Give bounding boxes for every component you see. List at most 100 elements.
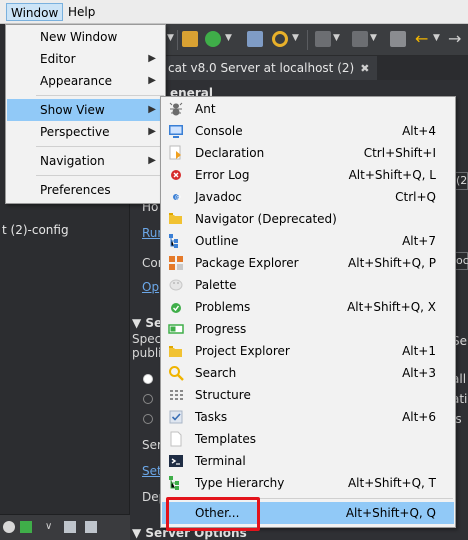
menu-item-label: Templates <box>195 432 257 446</box>
back-arrow-icon[interactable]: ← <box>415 31 431 47</box>
chevron-down-icon[interactable]: ▼ <box>370 33 377 43</box>
print-icon[interactable] <box>352 31 368 47</box>
open-link[interactable]: Op <box>142 280 159 294</box>
section-servers[interactable]: ▼ Se <box>132 316 162 330</box>
search-icon <box>169 366 184 381</box>
menu-item-package-explorer[interactable]: Package Explorer Alt+Shift+Q, P <box>162 252 454 274</box>
menu-item-problems[interactable]: Problems Alt+Shift+Q, X <box>162 296 454 318</box>
toolbar-separator <box>177 30 178 50</box>
menu-item-shortcut: Alt+Shift+Q, T <box>347 476 436 490</box>
view-menu-icon[interactable] <box>64 521 76 533</box>
menu-item-label: Editor <box>40 52 76 66</box>
server-label: Ser <box>142 438 162 452</box>
menu-item-ant[interactable]: Ant <box>162 98 454 120</box>
structure-icon <box>170 390 183 400</box>
new-icon[interactable] <box>20 521 32 533</box>
pin-icon[interactable] <box>390 31 406 47</box>
highlight-annotation <box>166 497 260 531</box>
forward-arrow-icon[interactable]: → <box>448 31 464 47</box>
menu-item-label: Preferences <box>40 183 111 197</box>
close-icon[interactable]: ✖ <box>360 62 369 75</box>
ant-icon <box>169 102 183 116</box>
menu-item-label: Project Explorer <box>195 344 290 358</box>
menu-item-shortcut: Alt+Shift+Q, P <box>348 256 436 270</box>
radio-option-3[interactable] <box>143 414 153 424</box>
project-explorer-icon <box>169 346 182 357</box>
menu-item-templates[interactable]: Templates <box>162 428 454 450</box>
menu-item-new-window[interactable]: New Window <box>7 26 164 48</box>
menu-item-navigator[interactable]: Navigator (Deprecated) <box>162 208 454 230</box>
chevron-down-icon[interactable]: ▼ <box>292 33 299 43</box>
tasks-icon <box>169 410 183 424</box>
menu-item-label: Progress <box>195 322 247 336</box>
palette-icon <box>169 279 183 291</box>
submenu-arrow-icon: ▶ <box>148 53 156 64</box>
menu-item-declaration[interactable]: Declaration Ctrl+Shift+I <box>162 142 454 164</box>
menu-item-structure[interactable]: Structure <box>162 384 454 406</box>
chevron-down-icon[interactable]: ▼ <box>225 33 232 43</box>
tree-item-config[interactable]: t (2)-config <box>0 221 130 239</box>
menu-item-shortcut: Ctrl+Q <box>395 190 436 204</box>
menu-window[interactable]: Window <box>6 3 64 21</box>
menu-item-preferences[interactable]: Preferences <box>7 179 164 201</box>
menu-item-tasks[interactable]: Tasks Alt+6 <box>162 406 454 428</box>
chevron-down-icon[interactable]: ▼ <box>433 33 440 43</box>
submenu-arrow-icon: ▶ <box>148 126 156 137</box>
menu-separator <box>36 175 164 176</box>
menu-item-shortcut: Alt+6 <box>402 410 436 424</box>
menu-item-label: Javadoc <box>195 190 242 204</box>
menu-item-label: Ant <box>195 102 216 116</box>
radio-option-2[interactable] <box>143 394 153 404</box>
menu-item-console[interactable]: Console Alt+4 <box>162 120 454 142</box>
menu-item-label: Declaration <box>195 146 265 160</box>
maximize-icon[interactable] <box>85 521 97 533</box>
chevron-down-icon[interactable]: ▼ <box>333 33 340 43</box>
menu-item-outline[interactable]: Outline Alt+7 <box>162 230 454 252</box>
menu-help[interactable]: Help <box>64 3 99 21</box>
templates-icon <box>170 431 182 447</box>
menu-item-type-hierarchy[interactable]: Type Hierarchy Alt+Shift+Q, T <box>162 472 454 494</box>
menu-item-label: Terminal <box>195 454 246 468</box>
tab-server-editor[interactable]: cat v8.0 Server at localhost (2) ✖ <box>165 56 378 80</box>
menu-item-project-explorer[interactable]: Project Explorer Alt+1 <box>162 340 454 362</box>
save-icon[interactable] <box>315 31 331 47</box>
menu-separator <box>36 95 164 96</box>
menu-item-perspective[interactable]: Perspective ▶ <box>7 121 164 143</box>
run-icon[interactable] <box>205 31 221 47</box>
javadoc-icon: @ <box>173 194 181 201</box>
menu-item-error-log[interactable]: Error Log Alt+Shift+Q, L <box>162 164 454 186</box>
menu-bar: Window Help <box>0 0 468 24</box>
description-line-2: publi <box>132 346 162 360</box>
menu-item-search[interactable]: Search Alt+3 <box>162 362 454 384</box>
search-icon[interactable] <box>272 31 288 47</box>
menu-item-shortcut: Ctrl+Shift+I <box>363 146 436 160</box>
radio-option-1[interactable] <box>143 374 153 384</box>
menu-item-terminal[interactable]: Terminal <box>162 450 454 472</box>
menu-item-javadoc[interactable]: @ Javadoc Ctrl+Q <box>162 186 454 208</box>
menu-item-label: Search <box>195 366 237 380</box>
menu-separator <box>36 146 164 147</box>
console-icon <box>169 125 183 138</box>
menu-item-label: Perspective <box>40 125 110 139</box>
submenu-arrow-icon: ▶ <box>148 75 156 86</box>
menu-item-palette[interactable]: Palette <box>162 274 454 296</box>
stop-icon[interactable] <box>3 521 15 533</box>
collapse-icon: ▼ <box>132 526 146 540</box>
menu-item-shortcut: Alt+7 <box>402 234 436 248</box>
new-server-icon[interactable] <box>182 31 198 47</box>
settings-link[interactable]: Set <box>142 464 162 478</box>
menu-item-label: Type Hierarchy <box>195 476 285 490</box>
problems-icon <box>171 303 181 313</box>
menu-item-show-view[interactable]: Show View ▶ <box>7 99 164 121</box>
error-log-icon <box>171 170 181 180</box>
chevron-down-icon[interactable]: ▼ <box>167 33 174 43</box>
outline-icon <box>169 234 178 248</box>
menu-item-appearance[interactable]: Appearance ▶ <box>7 70 164 92</box>
chevron-down-icon[interactable]: ∨ <box>45 521 57 533</box>
menu-item-progress[interactable]: Progress <box>162 318 454 340</box>
menu-item-editor[interactable]: Editor ▶ <box>7 48 164 70</box>
open-type-icon[interactable] <box>247 31 263 47</box>
toolbar-separator <box>307 30 308 50</box>
menu-item-navigation[interactable]: Navigation ▶ <box>7 150 164 172</box>
menu-item-label: Show View <box>40 103 105 117</box>
